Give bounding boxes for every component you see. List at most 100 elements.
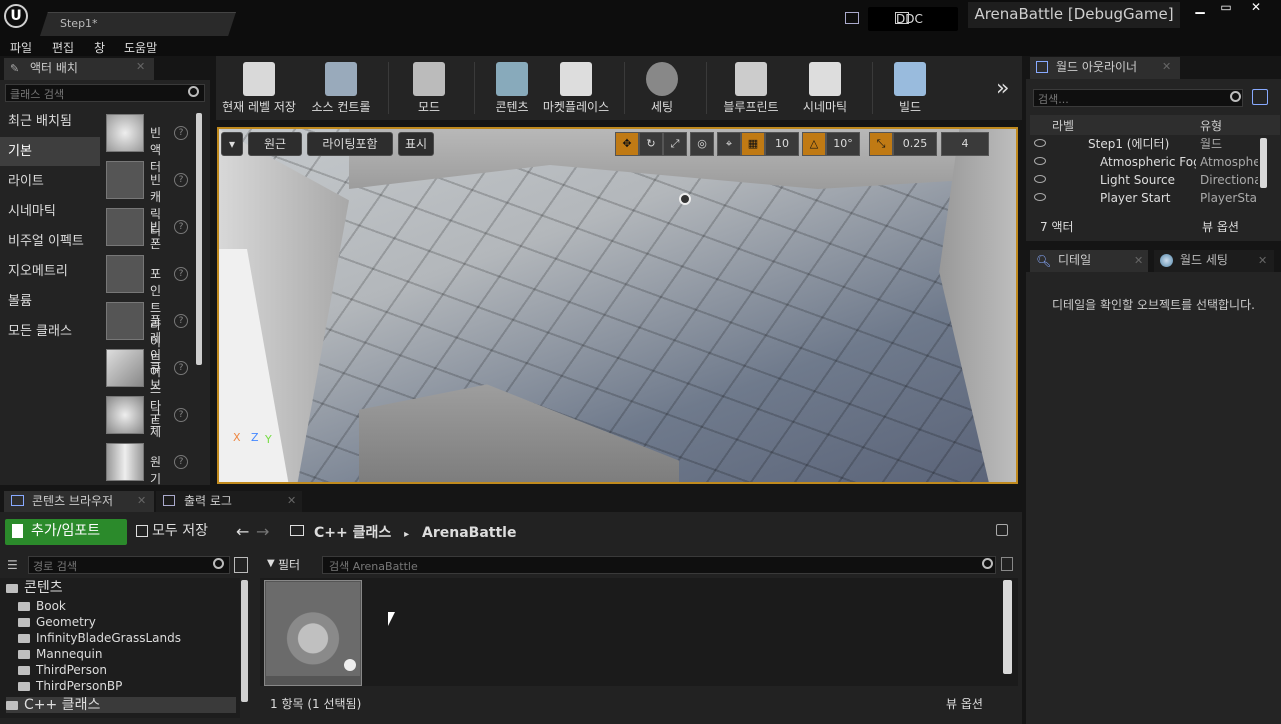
category-recent[interactable]: 최근 배치됨 xyxy=(0,107,100,136)
place-actors-scrollbar[interactable] xyxy=(196,113,202,365)
close-tab-icon[interactable]: ✕ xyxy=(136,60,145,73)
menu-window[interactable]: 창 xyxy=(94,39,105,55)
scale-snap-icon[interactable]: ⤡ xyxy=(869,132,893,156)
point-light-thumb[interactable] xyxy=(106,255,144,293)
outliner-row[interactable]: Light Source DirectionalLight xyxy=(1030,171,1260,189)
close-tab-icon[interactable]: ✕ xyxy=(1258,254,1267,267)
minimize-icon[interactable]: ▁ xyxy=(1186,0,1214,16)
folder-icon[interactable] xyxy=(290,525,304,536)
forward-arrow-icon[interactable]: → xyxy=(256,522,269,541)
lock-icon[interactable] xyxy=(996,524,1008,536)
tab-world-outliner[interactable]: 월드 아웃라이너 xyxy=(1030,57,1180,79)
scale-snap-value[interactable]: 0.25 xyxy=(893,132,937,156)
grid-snap-icon[interactable]: ▦ xyxy=(741,132,765,156)
tree-folder-thirdpersonbp[interactable]: ThirdPersonBP xyxy=(18,678,122,694)
category-visual-effects[interactable]: 비주얼 이펙트 xyxy=(0,227,100,256)
close-tab-icon[interactable]: ✕ xyxy=(137,494,146,507)
category-basic[interactable]: 기본 xyxy=(0,137,100,166)
add-filter-icon[interactable] xyxy=(1252,89,1268,105)
cube-thumb[interactable] xyxy=(106,349,144,387)
marketplace-button[interactable]: 마켓플레이스 xyxy=(540,58,612,118)
lighting-mode-button[interactable]: 라이팅포함 xyxy=(307,132,393,156)
menu-help[interactable]: 도움말 xyxy=(124,39,157,55)
class-search-input[interactable]: 클래스 검색 xyxy=(5,84,205,102)
column-label[interactable]: 라벨 xyxy=(1052,117,1074,134)
help-icon[interactable]: ? xyxy=(174,220,188,234)
source-control-button[interactable]: 소스 컨트롤 xyxy=(302,58,380,118)
translate-icon[interactable]: ✥ xyxy=(615,132,639,156)
viewport-options-button[interactable]: ▾ xyxy=(221,132,243,156)
level-viewport[interactable]: X Z Y xyxy=(217,127,1018,484)
outliner-row[interactable]: Atmospheric Fog AtmosphericFog xyxy=(1030,153,1260,171)
outliner-scrollbar[interactable] xyxy=(1260,138,1267,188)
modes-button[interactable]: 모드 xyxy=(398,58,460,118)
help-icon[interactable]: ? xyxy=(174,361,188,375)
asset-search-input[interactable]: 검색 ArenaBattle xyxy=(322,556,996,574)
content-view-options[interactable]: 뷰 옵션 xyxy=(946,695,983,712)
camera-speed-button[interactable]: 4 xyxy=(941,132,989,156)
visibility-eye-icon[interactable] xyxy=(1034,157,1046,165)
tree-cpp-classes[interactable]: C++ 클래스 xyxy=(6,697,236,713)
tree-folder-book[interactable]: Book xyxy=(18,598,66,614)
build-button[interactable]: 빌드 xyxy=(882,58,938,118)
sphere-thumb[interactable] xyxy=(106,396,144,434)
tree-folder-mannequin[interactable]: Mannequin xyxy=(18,646,102,662)
help-icon[interactable]: ? xyxy=(174,126,188,140)
menu-file[interactable]: 파일 xyxy=(10,39,32,55)
save-level-button[interactable]: 현재 레벨 저장 xyxy=(220,58,298,118)
outliner-row[interactable]: Step1 (에디터) 월드 xyxy=(1030,135,1260,153)
help-icon[interactable]: ? xyxy=(174,455,188,469)
help-icon[interactable]: ? xyxy=(174,173,188,187)
content-button[interactable]: 콘텐츠 xyxy=(484,58,540,118)
menu-edit[interactable]: 편집 xyxy=(52,39,74,55)
back-arrow-icon[interactable]: ← xyxy=(236,522,249,541)
help-icon[interactable]: ? xyxy=(174,314,188,328)
category-cinematic[interactable]: 시네마틱 xyxy=(0,197,100,226)
rotation-snap-icon[interactable]: △ xyxy=(802,132,826,156)
save-search-icon[interactable] xyxy=(1001,557,1013,571)
visibility-eye-icon[interactable] xyxy=(1034,139,1046,147)
tree-root-content[interactable]: 콘텐츠 xyxy=(6,580,63,596)
empty-character-thumb[interactable] xyxy=(106,161,144,199)
visibility-eye-icon[interactable] xyxy=(1034,193,1046,201)
maximize-icon[interactable]: ▭ xyxy=(1212,0,1240,16)
tree-scrollbar[interactable] xyxy=(241,580,248,702)
tree-folder-geometry[interactable]: Geometry xyxy=(18,614,96,630)
tree-folder-thirdperson[interactable]: ThirdPerson xyxy=(18,662,107,678)
ddc-button[interactable]: DDC xyxy=(868,7,958,31)
player-start-thumb[interactable] xyxy=(106,302,144,340)
close-icon[interactable]: ✕ xyxy=(1242,0,1270,16)
world-space-icon[interactable]: ◎ xyxy=(690,132,714,156)
perspective-button[interactable]: 원근 xyxy=(248,132,302,156)
rotation-snap-value[interactable]: 10° xyxy=(826,132,860,156)
blueprints-button[interactable]: 블루프린트 xyxy=(716,58,786,118)
asset-scrollbar[interactable] xyxy=(1003,580,1012,674)
show-button[interactable]: 표시 xyxy=(398,132,434,156)
outliner-view-options[interactable]: 뷰 옵션 xyxy=(1202,218,1239,235)
tab-content-browser[interactable]: 콘텐츠 브라우저 xyxy=(4,491,154,512)
outliner-search-input[interactable]: 검색... xyxy=(1033,89,1243,107)
help-icon[interactable]: ? xyxy=(174,408,188,422)
empty-pawn-thumb[interactable] xyxy=(106,208,144,246)
tab-output-log[interactable]: 출력 로그 xyxy=(156,491,302,512)
empty-actor-thumb[interactable] xyxy=(106,114,144,152)
close-tab-icon[interactable]: ✕ xyxy=(287,494,296,507)
sources-toggle-icon[interactable]: ☰ xyxy=(7,558,21,572)
cylinder-thumb[interactable] xyxy=(106,443,144,481)
light-source-icon[interactable] xyxy=(679,193,691,205)
surface-snap-icon[interactable]: ⌖ xyxy=(717,132,741,156)
help-icon[interactable]: ? xyxy=(174,267,188,281)
level-tab[interactable]: Step1* xyxy=(40,12,236,36)
path-search-input[interactable]: 경로 검색 xyxy=(28,556,230,574)
category-all-classes[interactable]: 모든 클래스 xyxy=(0,317,100,346)
column-type[interactable]: 유형 xyxy=(1200,117,1222,134)
breadcrumb-cpp-classes[interactable]: C++ 클래스 xyxy=(314,525,391,541)
toolbar-more-button[interactable]: » xyxy=(996,76,1009,101)
source-control-icon[interactable] xyxy=(845,12,859,24)
grid-snap-value[interactable]: 10 xyxy=(765,132,799,156)
add-import-button[interactable]: 추가/임포트 xyxy=(5,519,127,545)
close-tab-icon[interactable]: ✕ xyxy=(1162,60,1171,73)
outliner-row[interactable]: Player Start PlayerStart xyxy=(1030,189,1260,207)
category-volumes[interactable]: 볼륨 xyxy=(0,287,100,316)
close-tab-icon[interactable]: ✕ xyxy=(1134,254,1143,267)
